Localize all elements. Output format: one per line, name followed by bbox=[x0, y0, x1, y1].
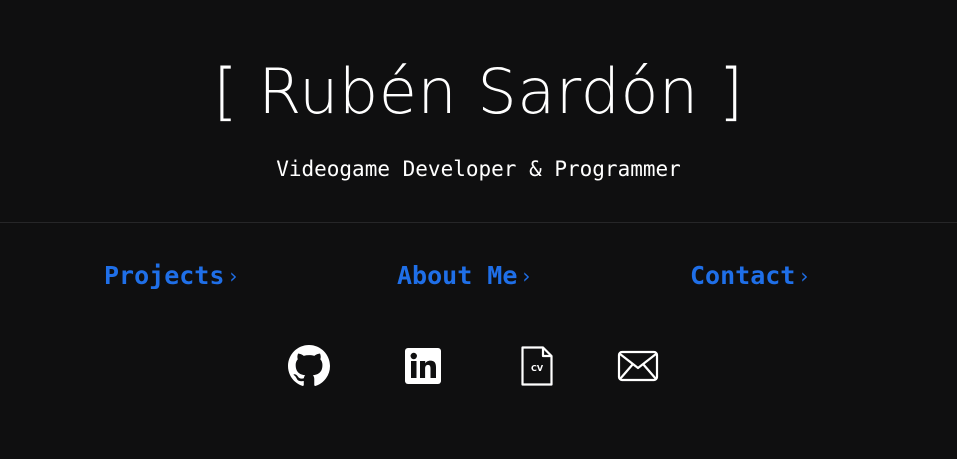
mail-link[interactable] bbox=[616, 344, 660, 388]
linkedin-link[interactable] bbox=[401, 344, 445, 388]
chevron-right-icon: › bbox=[522, 264, 531, 288]
linkedin-icon bbox=[405, 348, 441, 384]
nav-link-contact[interactable]: Contact › bbox=[690, 260, 808, 292]
chevron-right-icon: › bbox=[229, 264, 238, 288]
nav-link-label: Contact bbox=[690, 261, 796, 290]
chevron-right-icon: › bbox=[800, 264, 809, 288]
page-subtitle: Videogame Developer & Programmer bbox=[276, 157, 681, 181]
nav-link-projects[interactable]: Projects › bbox=[104, 260, 237, 292]
mail-icon bbox=[617, 350, 659, 382]
nav-link-label: About Me bbox=[397, 261, 518, 290]
cv-link[interactable]: CV bbox=[515, 344, 559, 388]
nav-link-about-me[interactable]: About Me › bbox=[397, 260, 530, 292]
site-header: [ Rubén Sardón ] Videogame Developer & P… bbox=[0, 0, 957, 223]
cv-badge-text: CV bbox=[531, 364, 544, 373]
nav-link-label: Projects bbox=[104, 261, 225, 290]
cv-document-icon: CV bbox=[521, 346, 553, 386]
github-link[interactable] bbox=[287, 344, 331, 388]
page-title: [ Rubén Sardón ] bbox=[213, 55, 744, 128]
github-icon bbox=[288, 345, 330, 386]
